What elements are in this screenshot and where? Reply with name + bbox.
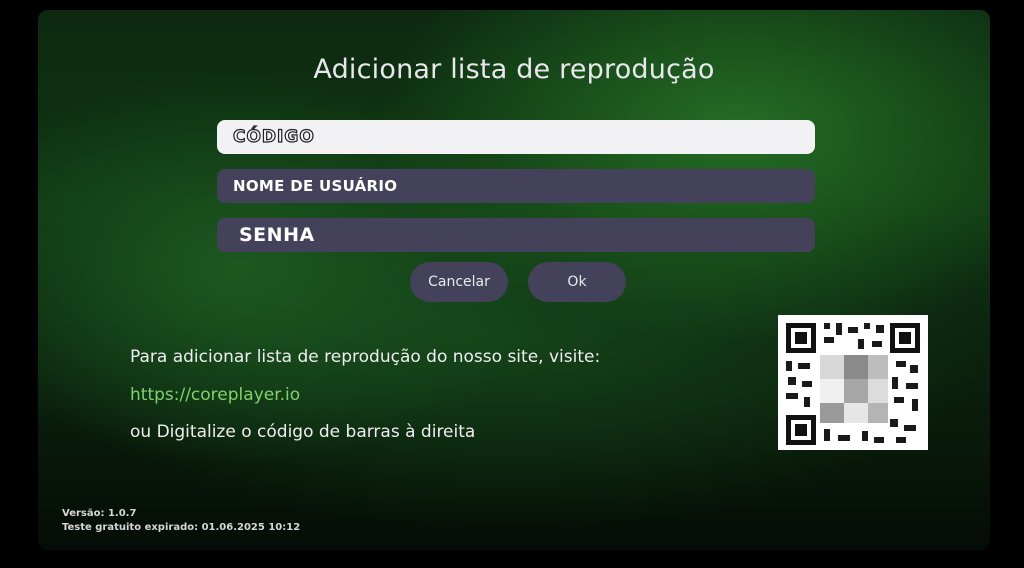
ok-button[interactable]: Ok [528, 262, 626, 302]
qr-code-icon [778, 315, 928, 450]
code-field[interactable]: CÓDIGO [217, 120, 815, 154]
page-title: Adicionar lista de reprodução [313, 54, 715, 85]
cancel-button[interactable]: Cancelar [410, 262, 508, 302]
info-instructions: Para adicionar lista de reprodução do no… [130, 347, 601, 367]
username-field-label: NOME DE USUÁRIO [233, 177, 398, 195]
version-text: Versão: 1.0.7 [62, 508, 137, 519]
username-field[interactable]: NOME DE USUÁRIO [217, 169, 815, 203]
password-field[interactable]: SENHA [217, 218, 815, 252]
code-field-label: CÓDIGO [232, 126, 315, 147]
trial-expired-text: Teste gratuito expirado: 01.06.2025 10:1… [62, 522, 301, 533]
info-scan-hint: ou Digitalize o código de barras à direi… [130, 422, 476, 442]
tv-screen: Adicionar lista de reprodução CÓDIGO NOM… [38, 10, 990, 550]
website-link[interactable]: https://coreplayer.io [130, 385, 300, 405]
password-field-label: SENHA [239, 224, 315, 246]
